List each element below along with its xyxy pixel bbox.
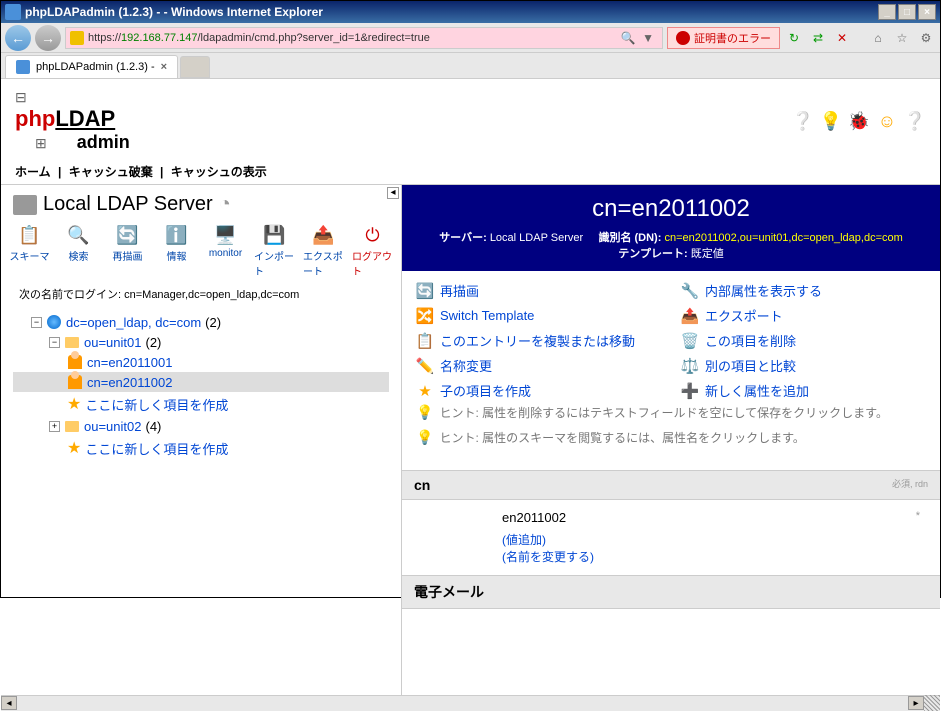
minimize-button[interactable]: _ (878, 4, 896, 20)
clock-icon: ◔ (219, 193, 231, 216)
compare-action[interactable]: ⚖️別の項目と比較 (681, 356, 926, 375)
page-icon (16, 60, 30, 74)
attr-cn-header[interactable]: cn 必須, rdn (402, 470, 940, 500)
refresh-icon[interactable]: ↻ (784, 28, 804, 48)
attr-email-header[interactable]: 電子メール (402, 575, 940, 609)
switch-template-action[interactable]: 🔀Switch Template (416, 306, 661, 325)
tree-create-here-1[interactable]: ★ ここに新しく項目を作成 (13, 392, 389, 416)
search-button[interactable]: 🔍検索 (58, 224, 99, 278)
help-icon[interactable]: ❔ (792, 110, 814, 132)
idea-icon[interactable]: 💡 (820, 110, 842, 132)
search-icon[interactable]: 🔍 (618, 28, 638, 48)
delete-action[interactable]: 🗑️この項目を削除 (681, 331, 926, 350)
folder-icon (65, 337, 79, 348)
tools-icon[interactable]: ⚙ (916, 28, 936, 48)
window-titlebar: phpLDAPadmin (1.2.3) - - Windows Interne… (1, 1, 940, 23)
home-icon[interactable]: ⌂ (868, 28, 888, 48)
tree-create-here-2[interactable]: ★ ここに新しく項目を作成 (13, 436, 389, 460)
tree-unit01[interactable]: − ou=unit01 (2) (13, 332, 389, 352)
bulb-icon: 💡 (416, 404, 433, 421)
server-toolbar: 📋スキーマ 🔍検索 🔄再描画 ℹ️情報 🖥️monitor 💾インポート 📤エク… (9, 224, 393, 278)
refresh-action[interactable]: 🔄再描画 (416, 281, 661, 300)
browser-navbar: ← → https://192.168.77.147/ldapadmin/cmd… (1, 23, 940, 53)
dn-header: cn=en2011002 サーバー: Local LDAP Server 識別名… (402, 185, 940, 271)
person-icon (68, 355, 82, 369)
server-title: Local LDAP Server (43, 193, 213, 216)
new-tab-button[interactable] (180, 56, 210, 78)
folder-icon (65, 421, 79, 432)
tree-entry-en2011001[interactable]: cn=en2011001 (13, 352, 389, 372)
close-button[interactable]: × (918, 4, 936, 20)
globe-icon (47, 315, 61, 329)
help2-icon[interactable]: ❔ (904, 110, 926, 132)
refresh-button[interactable]: 🔄再描画 (107, 224, 148, 278)
show-cache-link[interactable]: キャッシュの表示 (171, 165, 267, 179)
entry-actions: 🔄再描画 🔧内部属性を表示する 🔀Switch Template 📤エクスポート… (402, 271, 940, 460)
maximize-button[interactable]: □ (898, 4, 916, 20)
horizontal-scrollbar[interactable]: ◂ ▸ (1, 695, 940, 711)
logout-button[interactable]: ⏻ログアウト (352, 224, 393, 278)
tree-root[interactable]: − dc=open_ldap, dc=com (2) (13, 312, 389, 332)
compat-icon[interactable]: ⇄ (808, 28, 828, 48)
expand-icon[interactable]: + (49, 421, 60, 432)
favorites-icon[interactable]: ☆ (892, 28, 912, 48)
scroll-right-icon[interactable]: ▸ (908, 696, 924, 710)
star-icon: ★ (67, 438, 81, 458)
shield-error-icon (676, 31, 690, 45)
export-action[interactable]: 📤エクスポート (681, 306, 926, 325)
person-icon (68, 375, 82, 389)
browser-tab[interactable]: phpLDAPadmin (1.2.3) - × (5, 55, 178, 78)
bulb-icon: 💡 (416, 429, 433, 446)
url-text: https://192.168.77.147/ldapadmin/cmd.php… (88, 32, 618, 44)
nav-links: ホーム | キャッシュ破棄 | キャッシュの表示 (1, 159, 940, 185)
panel-collapse-icon[interactable]: ◂ (387, 187, 399, 199)
tree-entry-en2011002[interactable]: cn=en2011002 (13, 372, 389, 392)
ie-icon (5, 4, 21, 20)
schema-button[interactable]: 📋スキーマ (9, 224, 50, 278)
stop-icon[interactable]: ✕ (832, 28, 852, 48)
add-attr-action[interactable]: ➕新しく属性を追加 (681, 381, 926, 400)
tab-title: phpLDAPadmin (1.2.3) - (36, 61, 155, 73)
ldap-tree: − dc=open_ldap, dc=com (2) − ou=unit01 (… (9, 306, 393, 466)
rename-link[interactable]: (名前を変更する) (502, 550, 594, 564)
forward-button[interactable]: → (35, 25, 61, 51)
bug-icon[interactable]: 🐞 (848, 110, 870, 132)
import-button[interactable]: 💾インポート (254, 224, 295, 278)
add-value-link[interactable]: (値追加) (502, 533, 546, 547)
hint-delete-attr: 💡ヒント: 属性を削除するにはテキストフィールドを空にして保存をクリックします。 (416, 400, 926, 425)
server-icon (13, 195, 37, 215)
collapse-icon[interactable]: − (49, 337, 60, 348)
smiley-icon[interactable]: ☺ (876, 110, 898, 132)
scroll-left-icon[interactable]: ◂ (1, 696, 17, 710)
resize-grip-icon[interactable] (924, 695, 940, 711)
internal-attrs-action[interactable]: 🔧内部属性を表示する (681, 281, 926, 300)
tab-close-icon[interactable]: × (161, 61, 167, 73)
lock-icon (70, 31, 84, 45)
monitor-button[interactable]: 🖥️monitor (205, 224, 246, 278)
purge-cache-link[interactable]: キャッシュ破棄 (69, 165, 153, 179)
collapse-icon[interactable]: − (31, 317, 42, 328)
rename-action[interactable]: ✏️名称変更 (416, 356, 661, 375)
required-mark: * (916, 510, 920, 531)
home-link[interactable]: ホーム (15, 165, 51, 179)
star-icon: ★ (67, 394, 81, 414)
tree-unit02[interactable]: + ou=unit02 (4) (13, 416, 389, 436)
address-bar[interactable]: https://192.168.77.147/ldapadmin/cmd.php… (65, 27, 663, 49)
create-child-action[interactable]: ★子の項目を作成 (416, 381, 661, 400)
hint-schema: 💡ヒント: 属性のスキーマを閲覧するには、属性名をクリックします。 (416, 425, 926, 450)
window-title: phpLDAPadmin (1.2.3) - - Windows Interne… (25, 5, 878, 19)
info-button[interactable]: ℹ️情報 (156, 224, 197, 278)
export-button[interactable]: 📤エクスポート (303, 224, 344, 278)
left-panel: ◂ Local LDAP Server ◔ 📋スキーマ 🔍検索 🔄再描画 ℹ️情… (1, 185, 401, 695)
login-info: 次の名前でログイン: cn=Manager,dc=open_ldap,dc=co… (9, 282, 393, 306)
right-panel: cn=en2011002 サーバー: Local LDAP Server 識別名… (401, 185, 940, 695)
back-button[interactable]: ← (5, 25, 31, 51)
attr-cn-value[interactable]: en2011002 (502, 510, 566, 525)
tab-bar: phpLDAPadmin (1.2.3) - × (1, 53, 940, 79)
copy-action[interactable]: 📋このエントリーを複製または移動 (416, 331, 661, 350)
certificate-error[interactable]: 証明書のエラー (667, 27, 780, 49)
dn-title: cn=en2011002 (412, 195, 930, 223)
phpldapadmin-logo: ⊟ php LDAP ⊞admin (15, 89, 130, 153)
